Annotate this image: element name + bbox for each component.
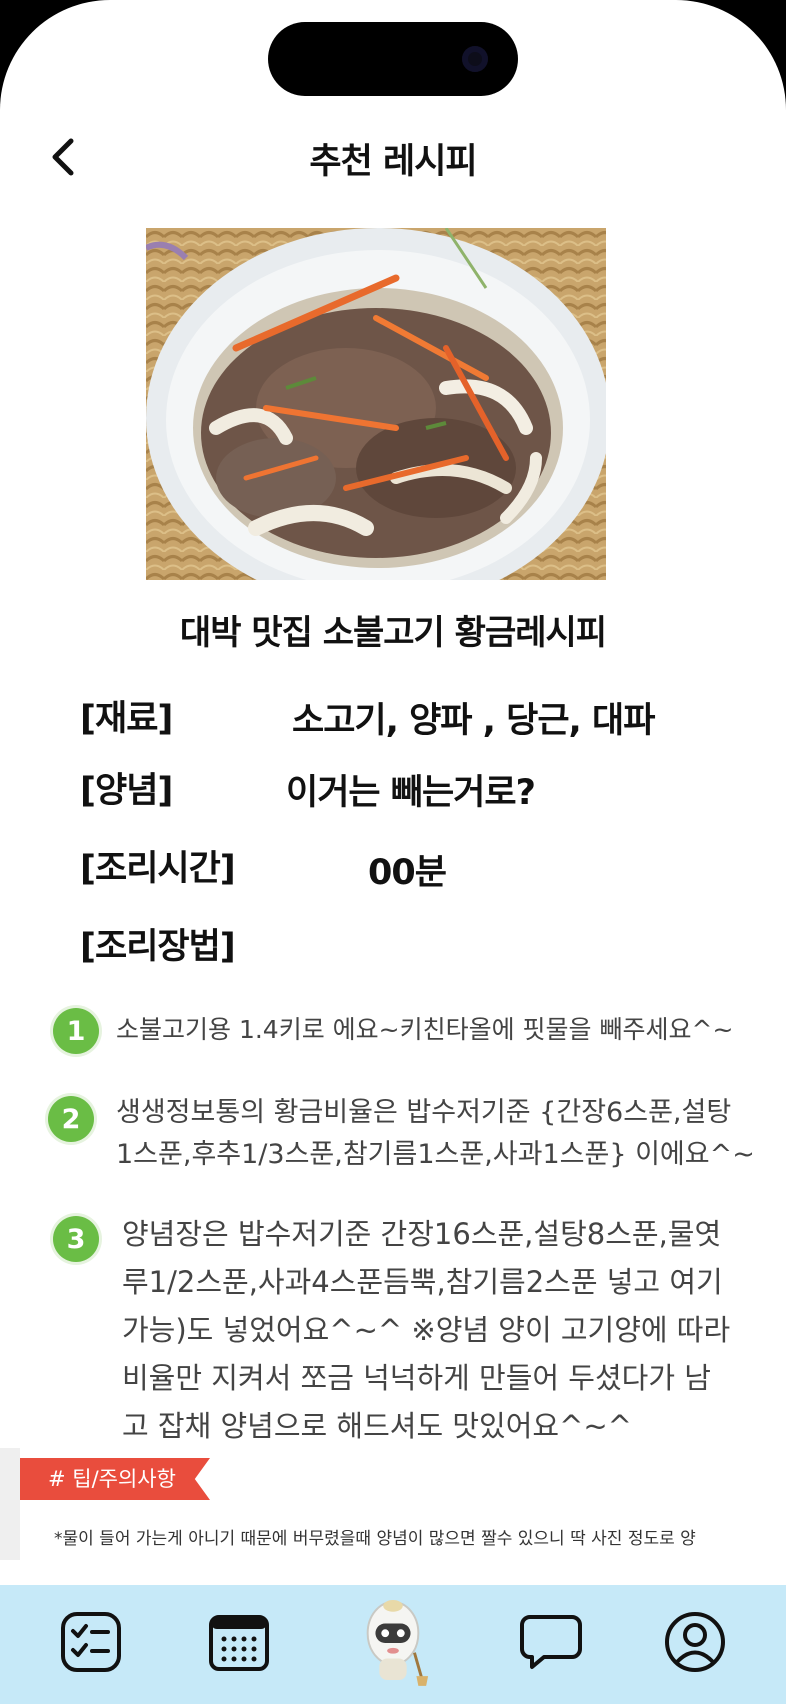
- mascot-icon: [366, 1600, 429, 1686]
- nav-profile[interactable]: [656, 1603, 734, 1681]
- step-text-3: 양념장은 밥수저기준 간장16스푼,설탕8스푼,물엿 루1/2스푼,사과4스푼듬…: [122, 1210, 730, 1450]
- step-line: 가능)도 넣었어요^~^ ※양념 양이 고기양에 따라: [122, 1313, 731, 1347]
- step-line: 비율만 지켜서 쪼금 넉넉하게 만들어 두셨다가 남: [122, 1361, 711, 1395]
- seasoning-label: [양념]: [80, 771, 173, 811]
- step-number-3: 3: [53, 1216, 99, 1262]
- ingredients-value: 소고기, 양파 , 당근, 대파: [292, 701, 655, 741]
- chat-icon: [520, 1615, 582, 1669]
- camera-dot: [462, 46, 488, 72]
- app-screen: 추천 레시피 대박 맛집 소불고기 황금레시피 [재료] 소고기, 양파 , 당…: [0, 0, 786, 1704]
- page-title: 추천 레시피: [309, 142, 477, 182]
- nav-chat[interactable]: [512, 1603, 590, 1681]
- nav-home-mascot[interactable]: [354, 1593, 432, 1689]
- cooking-method-label: [조리장법]: [80, 927, 236, 967]
- tip-tag: # 팁/주의사항: [20, 1458, 210, 1500]
- nav-calendar[interactable]: [200, 1603, 278, 1681]
- step-number-2: 2: [48, 1096, 94, 1142]
- step-line: 루1/2스푼,사과4스푼듬뿍,참기름2스푼 넣고 여기: [122, 1265, 723, 1299]
- tip-side-bar: [0, 1448, 20, 1560]
- step-line: 생생정보통의 황금비율은 밥수저기준 {간장6스푼,설탕: [116, 1097, 732, 1128]
- bottom-nav: [0, 1585, 786, 1704]
- recipe-name: 대박 맛집 소불고기 황금레시피: [179, 613, 607, 653]
- step-line: 1스푼,후추1/3스푼,참기름1스푼,사과1스푼} 이에요^~: [116, 1139, 755, 1170]
- tip-text: *물이 들어 가는게 아니기 때문에 버무렸을때 양념이 많으면 짤수 있으니 …: [54, 1529, 696, 1549]
- recipe-photo: [146, 228, 606, 580]
- checklist-icon: [61, 1612, 121, 1672]
- nav-checklist[interactable]: [52, 1603, 130, 1681]
- calendar-icon: [209, 1615, 269, 1671]
- cook-time-label: [조리시간]: [80, 849, 236, 889]
- profile-icon: [665, 1612, 725, 1672]
- cook-time-value: 00분: [368, 853, 447, 893]
- step-line: 소불고기용 1.4키로 에요~키친타올에 핏물을 빼주세요^~: [116, 1015, 734, 1044]
- seasoning-value: 이거는 빼는거로?: [286, 773, 536, 813]
- ingredients-label: [재료]: [80, 699, 173, 739]
- step-line: 양념장은 밥수저기준 간장16스푼,설탕8스푼,물엿: [122, 1217, 722, 1251]
- step-line: 고 잡채 양념으로 해드셔도 맛있어요^~^: [122, 1409, 632, 1443]
- dynamic-island: [268, 22, 518, 96]
- step-text-1: 소불고기용 1.4키로 에요~키친타올에 핏물을 빼주세요^~: [116, 1010, 733, 1050]
- step-text-2: 생생정보통의 황금비율은 밥수저기준 {간장6스푼,설탕 1스푼,후추1/3스푼…: [116, 1092, 755, 1176]
- step-number-1: 1: [53, 1008, 99, 1054]
